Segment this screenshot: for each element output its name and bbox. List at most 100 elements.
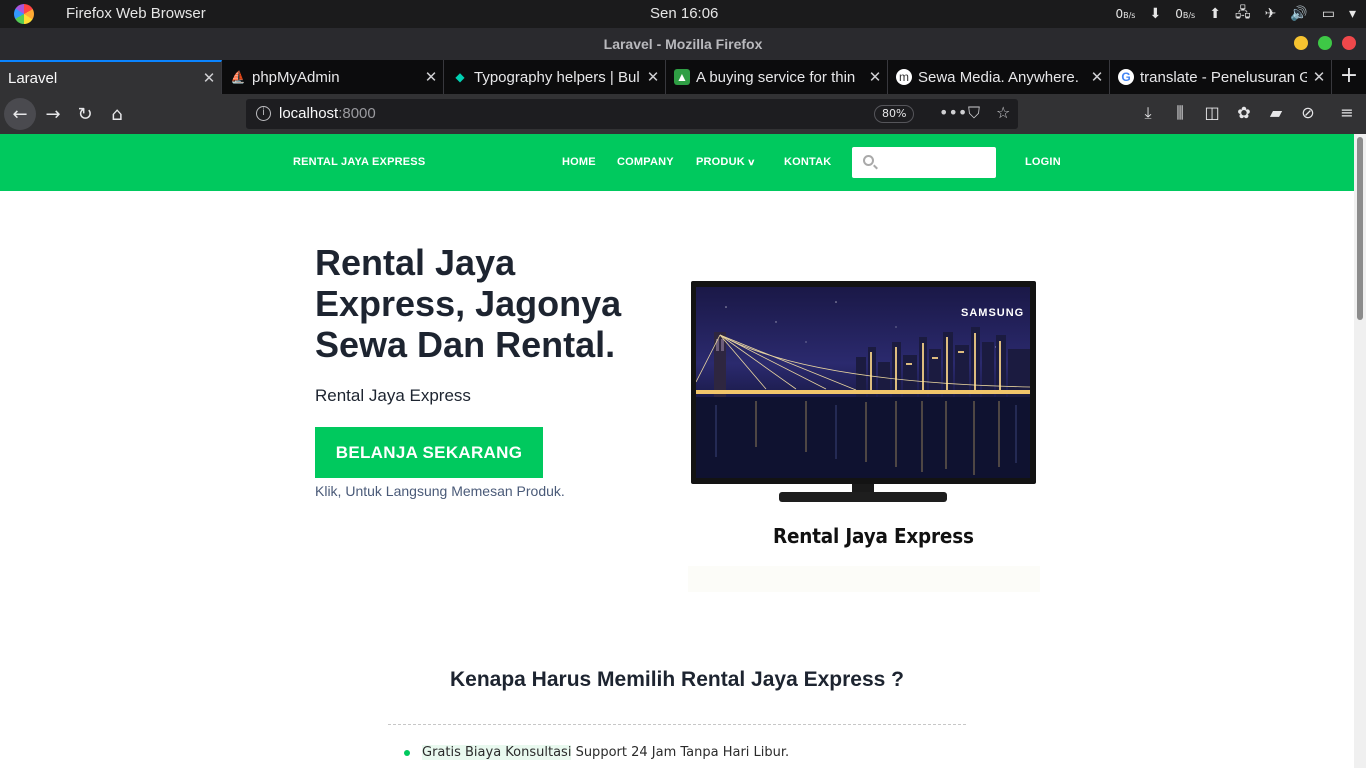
chevron-down-icon: ∨ <box>747 157 756 167</box>
nav-kontak-link[interactable]: KONTAK <box>784 156 831 168</box>
airplane-mode-icon[interactable]: ✈ <box>1265 6 1277 22</box>
url-port: :8000 <box>338 105 376 122</box>
new-tab-button[interactable]: + <box>1332 60 1366 94</box>
web-page: RENTAL JAYA EXPRESS HOME COMPANY PRODUK … <box>0 134 1354 768</box>
benefits-list: Gratis Biaya Konsultasi Support 24 Jam T… <box>404 744 789 764</box>
site-brand-link[interactable]: RENTAL JAYA EXPRESS <box>293 156 425 168</box>
benefit-text: Support 24 Jam Tanpa Hari Libur. <box>571 745 790 760</box>
hero-tv-image: SAMSUNG Rental Jaya Express <box>688 280 1040 592</box>
system-tray: 0B/s ⬇ 0B/s ⬆ 🖧 ✈ 🔊 ▭ ▾ <box>1115 4 1356 24</box>
google-logo-icon: G <box>1118 69 1134 85</box>
tab-laravel[interactable]: Laravel ✕ <box>0 60 222 94</box>
site-info-icon[interactable]: i <box>256 106 271 121</box>
home-icon[interactable]: ⌂ <box>101 98 133 130</box>
system-clock[interactable]: Sen 16:06 <box>650 5 718 22</box>
tv-screen-city-bridge-image: SAMSUNG <box>696 287 1030 478</box>
maximize-window-button[interactable] <box>1318 36 1332 50</box>
nav-home-link[interactable]: HOME <box>562 156 596 168</box>
sewa-media-logo-icon: m <box>896 69 912 85</box>
tab-label: translate - Penelusuran G <box>1140 68 1307 86</box>
battery-icon[interactable]: ▭ <box>1322 6 1335 22</box>
section-divider <box>388 724 966 725</box>
bullet-dot-icon <box>404 750 410 756</box>
image-bottom-shade <box>688 566 1040 592</box>
active-app-name[interactable]: Firefox Web Browser <box>66 5 206 22</box>
tv-image-caption: Rental Jaya Express <box>773 524 974 548</box>
power-menu-icon[interactable]: ▾ <box>1349 6 1356 22</box>
close-tab-icon[interactable]: ✕ <box>197 69 221 87</box>
list-item: Gratis Biaya Konsultasi Support 24 Jam T… <box>404 744 789 764</box>
download-rate-value: 0 <box>1115 7 1124 21</box>
tv-frame: SAMSUNG <box>691 281 1036 484</box>
why-choose-heading: Kenapa Harus Memilih Rental Jaya Express… <box>449 668 904 691</box>
extension-red-icon[interactable]: ▰ <box>1265 103 1287 122</box>
upload-rate-unit: B/s <box>1182 11 1196 20</box>
download-arrow-icon: ⬇ <box>1149 6 1162 22</box>
minimize-window-button[interactable] <box>1294 36 1308 50</box>
upload-arrow-icon: ⬆ <box>1209 6 1221 22</box>
forward-arrow-icon[interactable]: → <box>37 98 69 130</box>
reload-icon[interactable]: ↻ <box>69 98 101 130</box>
tab-label: A buying service for thin <box>696 68 856 86</box>
zoom-level-badge[interactable]: 80% <box>874 105 915 123</box>
tab-buying-service[interactable]: ▲ A buying service for thin ✕ <box>666 60 888 94</box>
navigation-toolbar: ← → ↻ ⌂ i localhost:8000 80% ••• ⛉ ☆ ⤓ ⫼… <box>0 94 1366 134</box>
tab-label: Laravel <box>8 69 58 87</box>
page-scrollbar[interactable] <box>1354 134 1366 768</box>
close-tab-icon[interactable]: ✕ <box>1085 68 1109 86</box>
nav-login-link[interactable]: LOGIN <box>1025 156 1061 168</box>
nav-produk-dropdown[interactable]: PRODUK ∨ <box>696 156 756 168</box>
nav-company-link[interactable]: COMPANY <box>617 156 674 168</box>
tab-sewa-media[interactable]: m Sewa Media. Anywhere. ✕ <box>888 60 1110 94</box>
nav-produk-label: PRODUK <box>696 156 745 168</box>
tv-brand-logo: SAMSUNG <box>961 307 1025 319</box>
tab-label: phpMyAdmin <box>252 68 340 86</box>
site-search-box[interactable] <box>852 147 996 178</box>
benefit-highlight: Gratis Biaya Konsultasi <box>422 745 572 760</box>
close-window-button[interactable] <box>1342 36 1356 50</box>
bookmark-star-icon[interactable]: ☆ <box>996 103 1010 122</box>
apple-logo-icon[interactable] <box>14 4 34 24</box>
phpmyadmin-sail-icon: ⛵ <box>230 70 246 84</box>
upload-rate-value: 0 <box>1175 7 1183 21</box>
tab-phpmyadmin[interactable]: ⛵ phpMyAdmin ✕ <box>222 60 444 94</box>
download-rate: 0B/s <box>1115 7 1135 21</box>
scrollbar-thumb[interactable] <box>1357 137 1363 320</box>
tab-bulma-typography[interactable]: ◆ Typography helpers | Bul ✕ <box>444 60 666 94</box>
extension-block-icon[interactable]: ⊘ <box>1297 103 1319 122</box>
search-icon <box>863 155 874 166</box>
hero-subtitle: Rental Jaya Express <box>315 386 471 405</box>
back-arrow-icon[interactable]: ← <box>4 98 36 130</box>
tab-strip: Laravel ✕ ⛵ phpMyAdmin ✕ ◆ Typography he… <box>0 60 1366 94</box>
upload-rate: 0B/s <box>1175 7 1195 21</box>
hamburger-menu-icon[interactable]: ≡ <box>1336 103 1358 122</box>
close-tab-icon[interactable]: ✕ <box>1307 68 1331 86</box>
close-tab-icon[interactable]: ✕ <box>419 68 443 86</box>
url-host: localhost <box>279 105 339 122</box>
shop-now-button[interactable]: BELANJA SEKARANG <box>315 427 543 478</box>
download-rate-unit: B/s <box>1123 11 1136 20</box>
site-navbar: RENTAL JAYA EXPRESS HOME COMPANY PRODUK … <box>0 134 1354 191</box>
network-icon[interactable]: 🖧 <box>1235 2 1251 26</box>
tv-stand-base <box>779 492 947 502</box>
green-image-icon: ▲ <box>674 69 690 85</box>
tab-google-translate-search[interactable]: G translate - Penelusuran G ✕ <box>1110 60 1332 94</box>
bulma-logo-icon: ◆ <box>455 70 465 84</box>
library-icon[interactable]: ⫼ <box>1169 103 1191 123</box>
close-tab-icon[interactable]: ✕ <box>863 68 887 86</box>
page-actions-icon[interactable]: ••• <box>939 103 967 122</box>
site-search-input[interactable] <box>882 152 990 173</box>
window-title: Laravel - Mozilla Firefox <box>603 36 763 52</box>
hero-hint: Klik, Untuk Langsung Memesan Produk. <box>315 483 565 499</box>
downloads-icon[interactable]: ⤓ <box>1137 103 1159 123</box>
volume-icon[interactable]: 🔊 <box>1290 6 1307 22</box>
window-title-bar: Laravel - Mozilla Firefox <box>0 28 1366 60</box>
extension-gnome-icon[interactable]: ✿ <box>1233 103 1255 122</box>
sidebar-icon[interactable]: ◫ <box>1201 103 1223 122</box>
pocket-icon[interactable]: ⛉ <box>968 103 980 123</box>
url-bar[interactable]: i localhost:8000 80% ••• ⛉ ☆ <box>246 99 1018 129</box>
url-text[interactable]: localhost:8000 <box>279 105 376 122</box>
tab-label: Typography helpers | Bul <box>474 68 640 86</box>
close-tab-icon[interactable]: ✕ <box>641 68 665 86</box>
os-top-bar: Firefox Web Browser Sen 16:06 0B/s ⬇ 0B/… <box>0 0 1366 28</box>
